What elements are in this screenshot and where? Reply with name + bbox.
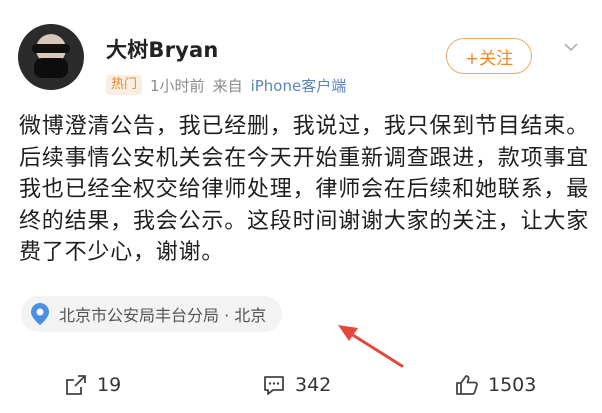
post-time: 1小时前 bbox=[150, 76, 205, 95]
repost-count: 19 bbox=[97, 374, 122, 396]
avatar-mask bbox=[34, 58, 68, 78]
chevron-down-icon[interactable] bbox=[564, 40, 578, 54]
avatar-glasses bbox=[32, 44, 70, 53]
username[interactable]: 大树Bryan bbox=[106, 34, 219, 64]
like-icon bbox=[456, 375, 478, 395]
comment-button[interactable]: 342 bbox=[262, 373, 331, 397]
location-pin-icon bbox=[31, 303, 49, 325]
like-count: 1503 bbox=[488, 374, 537, 396]
user-avatar[interactable] bbox=[18, 24, 84, 90]
source-prefix: 来自 bbox=[212, 76, 243, 95]
location-tag[interactable]: 北京市公安局丰台分局 · 北京 bbox=[21, 296, 283, 332]
comment-count: 342 bbox=[295, 374, 332, 396]
location-text: 北京市公安局丰台分局 · 北京 bbox=[59, 306, 267, 325]
red-arrow-annotation bbox=[338, 325, 404, 368]
post-content: 微博澄清公告，我已经删，我说过，我只保到节目结束。后续事情公安机关会在今天开始重… bbox=[19, 114, 590, 265]
post-meta: 热门 1小时前 来自 iPhone客户端 bbox=[106, 74, 346, 96]
action-bar: 19 342 1503 bbox=[0, 368, 602, 408]
follow-button[interactable]: +关注 bbox=[446, 38, 532, 74]
repost-button[interactable]: 19 bbox=[64, 373, 121, 397]
post-source[interactable]: iPhone客户端 bbox=[251, 75, 347, 96]
hot-badge: 热门 bbox=[106, 75, 143, 95]
comment-icon bbox=[264, 376, 284, 395]
repost-icon bbox=[66, 375, 86, 395]
like-button[interactable]: 1503 bbox=[455, 373, 536, 397]
